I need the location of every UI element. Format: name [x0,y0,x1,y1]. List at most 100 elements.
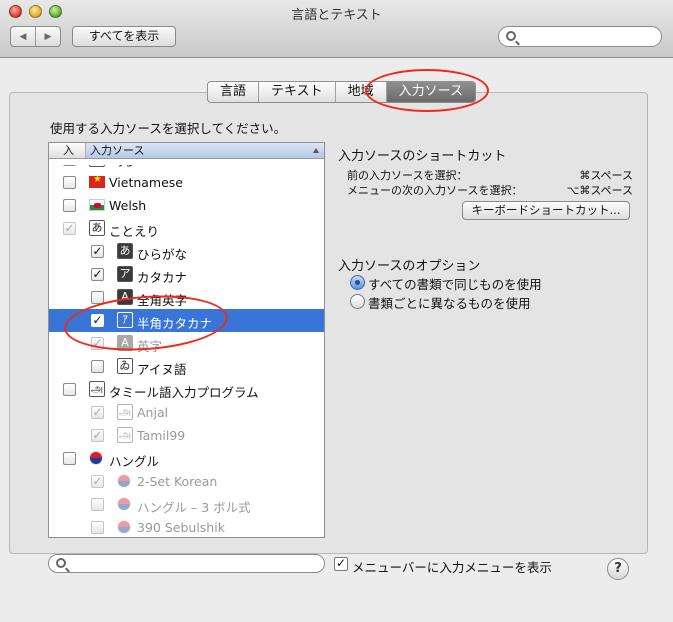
tamil-input-icon: அ [89,381,105,397]
korea-flag-icon [117,520,131,534]
shortcut-prev-key: ⌘スペース [579,169,633,182]
sort-up-icon [313,148,319,153]
list-item[interactable]: ✓ அ Anjal [49,401,324,424]
list-item[interactable]: ✓ アカタカナ [49,263,324,286]
list-item[interactable]: 390 Sebulshik [49,516,324,537]
shortcuts-title: 入力ソースのショートカット [338,149,507,164]
search-icon [506,31,516,41]
tab-language[interactable]: 言語 [208,82,258,102]
enable-checkbox[interactable]: ✓ [91,268,104,281]
enable-checkbox: ✓ [91,429,104,442]
list-item-label: 2-Set Korean [137,474,218,489]
enable-checkbox: ✓ [91,337,104,350]
list-item[interactable]: ✓ 2-Set Korean [49,470,324,493]
list-item[interactable]: A 全角英字 [49,286,324,309]
enable-checkbox[interactable]: ✓ [63,222,76,235]
tab-bar: 言語 テキスト 地域 入力ソース [207,81,477,103]
enable-checkbox [91,521,104,534]
enable-checkbox [91,498,104,511]
tamil99-icon: அ [117,427,133,443]
korea-flag-icon [117,474,131,488]
list-item[interactable]: Vietnamese [49,171,324,194]
shortcut-prev: 前の入力ソースを選択： ⌘スペース [347,167,633,182]
radio-per-document[interactable] [350,294,365,309]
list-item-label: 全角英字 [137,293,188,308]
show-input-menu-checkbox[interactable]: ✓ [334,557,348,571]
enable-checkbox[interactable]: ✓ [91,314,104,327]
list-item[interactable]: Welsh [49,194,324,217]
list-item-label: 英字 [137,339,163,354]
list-item-label: ひらがな [137,247,188,262]
header-input-source[interactable]: 入力ソース [86,143,324,158]
tab-input-sources[interactable]: 入力ソース [385,82,476,102]
ainu-icon: ゐ [117,358,133,374]
enable-checkbox[interactable] [91,291,104,304]
nav-segment: ◀ ▶ [10,26,61,47]
titlebar: 言語とテキスト ◀ ▶ すべてを表示 [0,0,673,58]
header-input-source-label: 入力ソース [90,144,145,157]
halfwidth-katakana-icon: ｱ [117,312,133,328]
list-item[interactable]: ✓ A 英字 [49,332,324,355]
fullwidth-roman-icon: A [117,289,133,305]
radio-per-document-label: 書類ごとに異なるものを使用 [368,296,531,311]
back-icon[interactable]: ◀ [11,27,35,46]
radio-same-label: すべての書類で同じものを使用 [368,277,542,292]
list-item-label: Anjal [137,405,169,420]
options-title: 入力ソースのオプション [338,259,481,274]
list-item-label: ハングル [109,454,160,469]
list-item-label: Welsh [109,198,147,213]
enable-checkbox[interactable] [63,199,76,212]
tab-region[interactable]: 地域 [334,82,386,102]
header-enabled[interactable]: 入 [49,143,86,158]
list-item[interactable]: ハングル – 3 ボル式 [49,493,324,516]
list-item-label: アイヌ語 [137,362,187,377]
enable-checkbox[interactable]: ✓ [91,245,104,258]
forward-icon[interactable]: ▶ [35,27,60,46]
shortcut-prev-label: 前の入力ソースを選択： [347,169,468,182]
list-item[interactable]: ✓ あことえり [49,217,324,240]
list-item[interactable]: ハングル [49,447,324,470]
input-source-list[interactable]: 入 入力ソース ئUyghurVietnameseWelsh✓あことえり✓あひら… [48,142,325,538]
list-item[interactable]: அ タミール語入力プログラム [49,378,324,401]
korea-flag-icon [89,451,103,465]
tab-text[interactable]: テキスト [258,82,335,102]
roman-icon: A [117,335,133,351]
list-item-label: Tamil99 [137,428,186,443]
list-item[interactable]: ✓ ｱ 半角カタカナ [49,309,324,332]
list-item[interactable]: ✓ あひらがな [49,240,324,263]
keyboard-shortcuts-button[interactable]: キーボードショートカット... [462,201,630,220]
vietnam-flag-icon [89,174,105,188]
list-item-label: 390 Sebulshik [137,520,225,535]
help-button[interactable]: ? [607,558,629,580]
shortcut-next-key: ⌥⌘スペース [566,184,633,197]
list-header: 入 入力ソース [49,143,324,159]
enable-checkbox[interactable] [63,383,76,396]
search-icon [56,558,66,568]
show-all-button[interactable]: すべてを表示 [72,26,176,47]
list-top-fade [49,159,324,165]
window-title: 言語とテキスト [291,8,382,23]
enable-checkbox[interactable] [63,176,76,189]
list-item-label: ハングル – 3 ボル式 [137,500,251,515]
show-input-menu-label: メニューバーに入力メニューを表示 [352,560,552,575]
shortcut-next: メニューの次の入力ソースを選択： ⌥⌘スペース [347,182,633,197]
wales-flag-icon [89,199,105,211]
list-search-input[interactable] [48,554,325,573]
enable-checkbox[interactable] [91,360,104,373]
list-item-label: タミール語入力プログラム [109,385,259,400]
katakana-icon: ア [117,266,133,282]
list-prompt: 使用する入力ソースを選択してください。 [50,121,287,136]
list-item[interactable]: ✓ அ Tamil99 [49,424,324,447]
window: 言語とテキスト ◀ ▶ すべてを表示 言語 テキスト 地域 入力ソース 使用する… [0,0,673,622]
list-item-label: ことえり [109,224,160,239]
hiragana-icon: あ [117,243,133,259]
anjal-icon: அ [117,404,133,420]
list-item-label: カタカナ [137,270,188,285]
shortcut-next-label: メニューの次の入力ソースを選択： [347,184,523,197]
enable-checkbox[interactable] [63,452,76,465]
list-item-label: Vietnamese [109,175,183,190]
kotoeri-icon: あ [89,220,105,236]
preferences-search-input[interactable] [498,26,662,47]
radio-same-all-documents[interactable] [350,275,365,290]
list-item[interactable]: ゐアイヌ語 [49,355,324,378]
